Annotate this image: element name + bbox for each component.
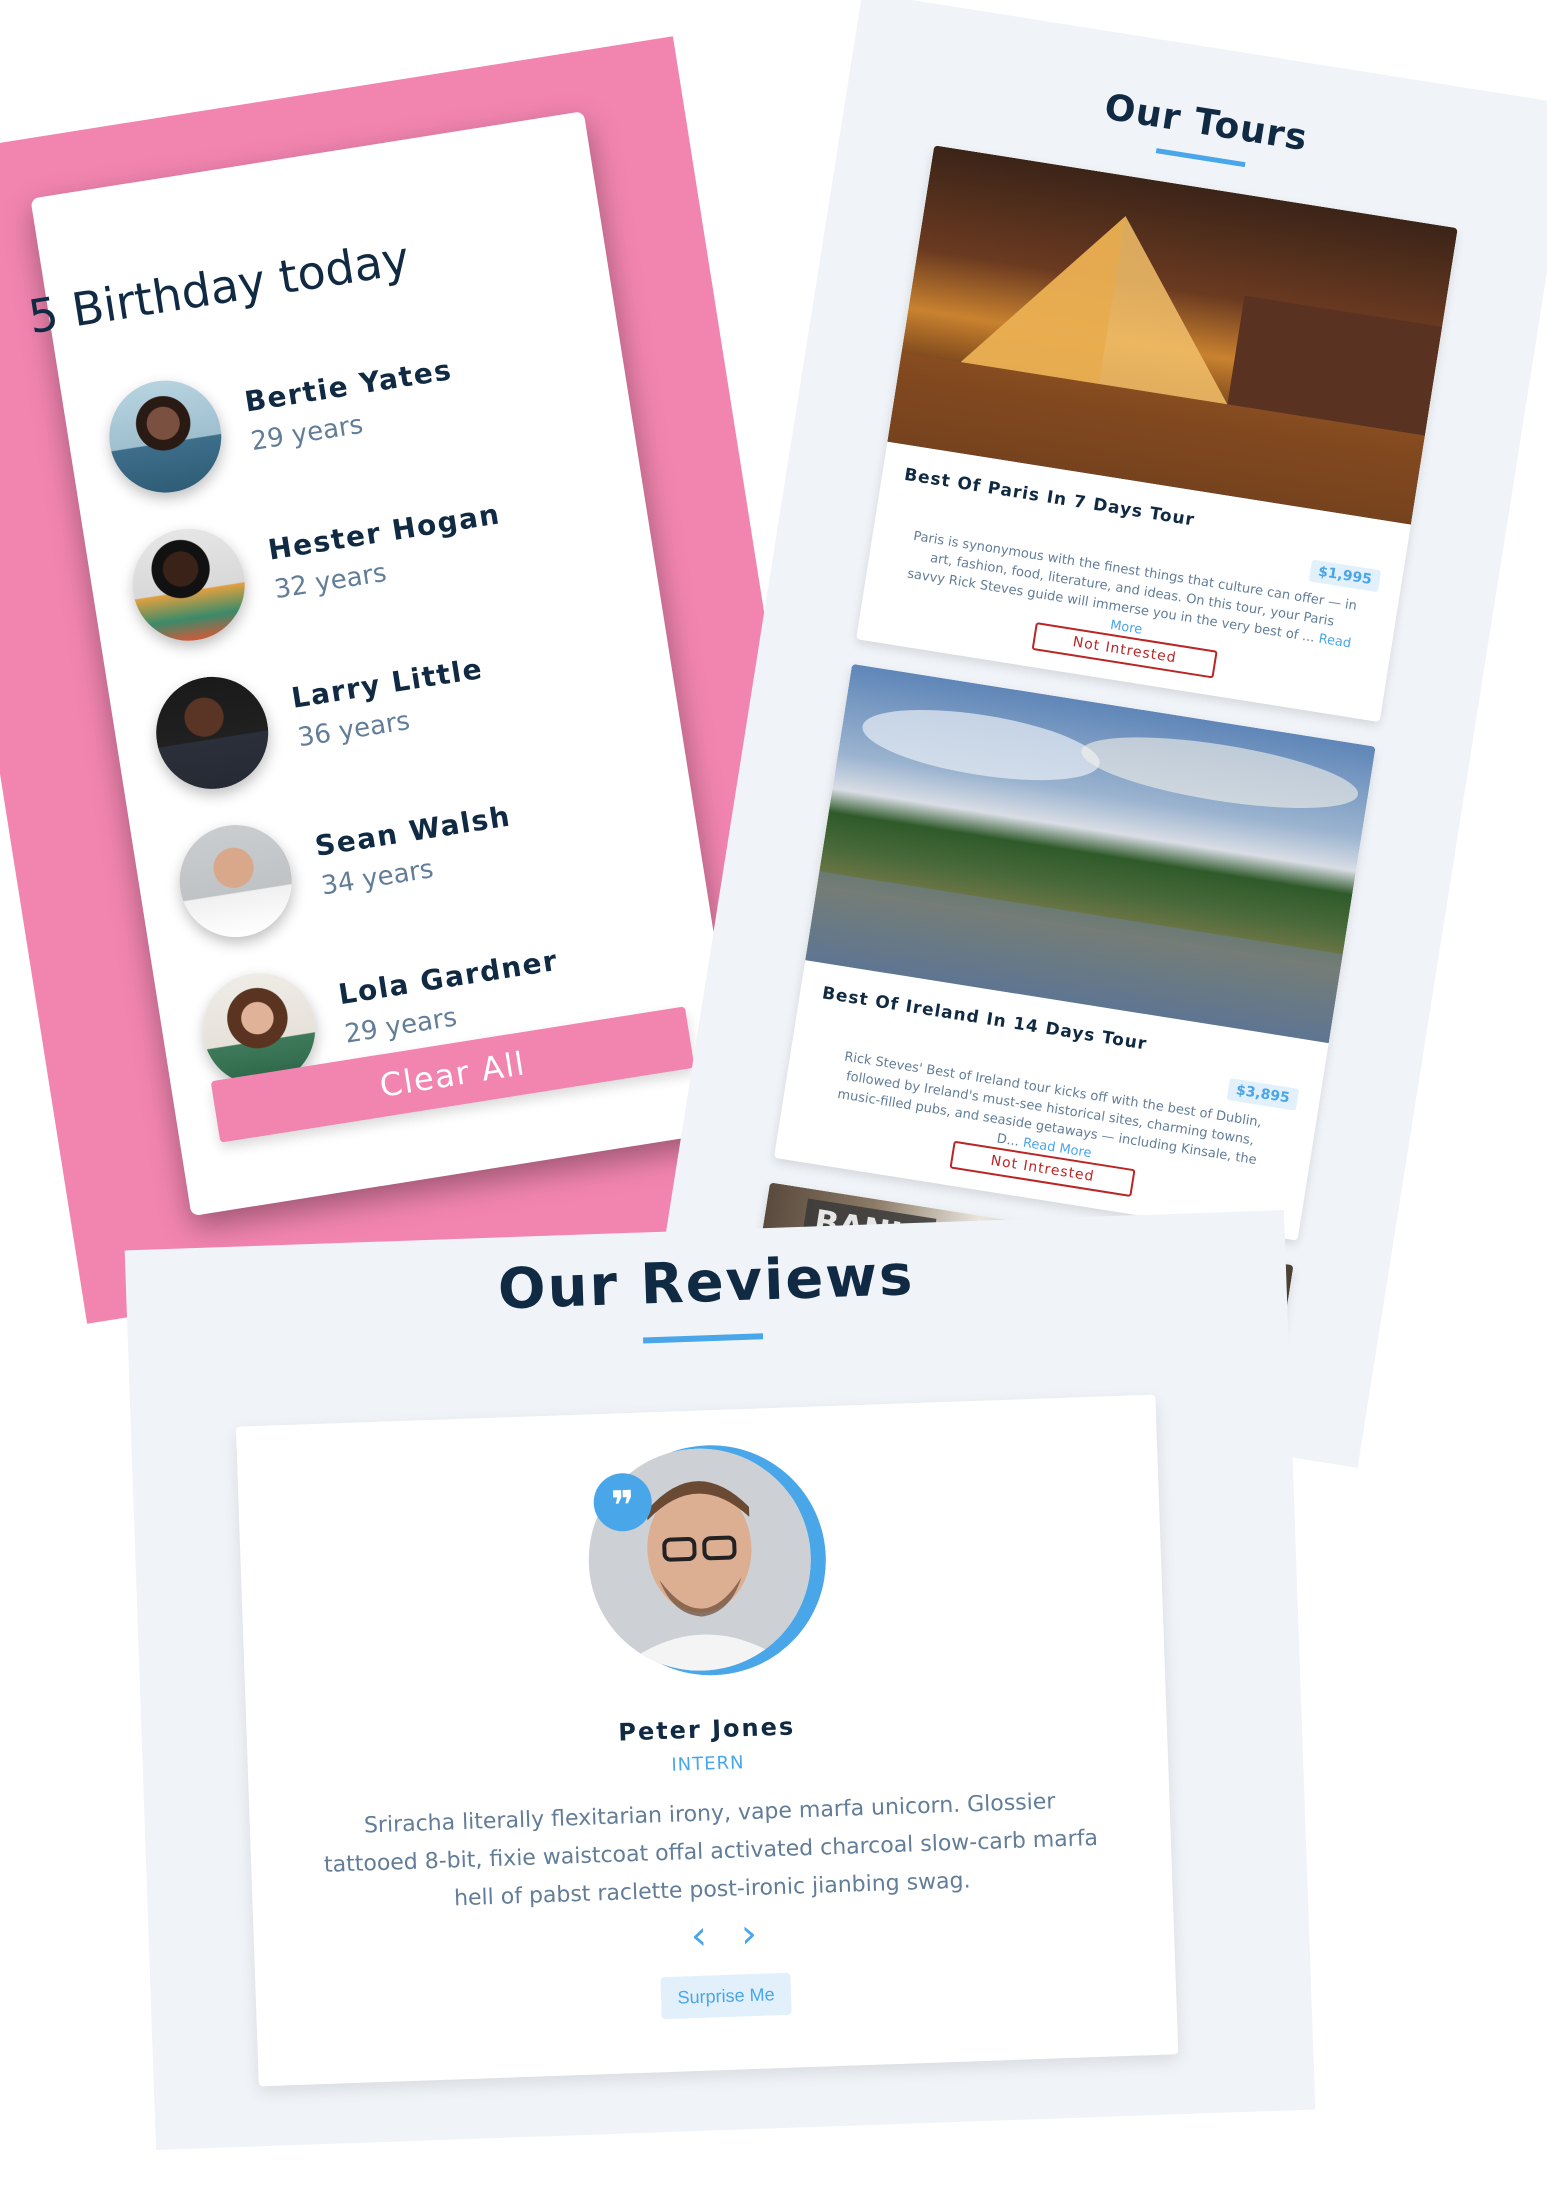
review-text: Sriracha literally flexitarian irony, va… <box>323 1789 1099 1912</box>
person-age: 29 years <box>342 1002 459 1050</box>
prev-arrow-icon[interactable]: ‹ <box>678 1913 719 1960</box>
person-age: 32 years <box>272 557 389 606</box>
person-name: Lola Gardner <box>336 943 561 1012</box>
person-name: Sean Walsh <box>312 799 514 863</box>
tour-card: Best Of Paris In 7 Days Tour $1,995 Pari… <box>856 145 1458 723</box>
avatar <box>171 816 300 946</box>
tour-price: $1,995 <box>1308 559 1382 593</box>
avatar <box>101 372 230 501</box>
person-age: 29 years <box>248 409 366 458</box>
person-name: Hester Hogan <box>265 497 503 567</box>
tour-card: Best Of Ireland In 14 Days Tour $3,895 R… <box>773 663 1376 1241</box>
next-arrow-icon[interactable]: › <box>728 1911 769 1958</box>
person-age: 34 years <box>319 854 436 902</box>
person-name: Bertie Yates <box>242 353 455 419</box>
birthday-title: 5 Birthday today <box>24 230 413 345</box>
surprise-me-button[interactable]: Surprise Me <box>660 1972 792 2020</box>
avatar <box>124 520 253 649</box>
person-age: 36 years <box>295 706 413 754</box>
reviews-panel: Our Reviews ❞ Peter Jones INTERN Srirach… <box>124 1210 1316 2150</box>
person-name: Larry Little <box>289 652 486 715</box>
review-card: ❞ Peter Jones INTERN Sriracha literally … <box>235 1394 1179 2087</box>
avatar <box>148 668 277 797</box>
tour-price: $3,895 <box>1226 1078 1300 1111</box>
